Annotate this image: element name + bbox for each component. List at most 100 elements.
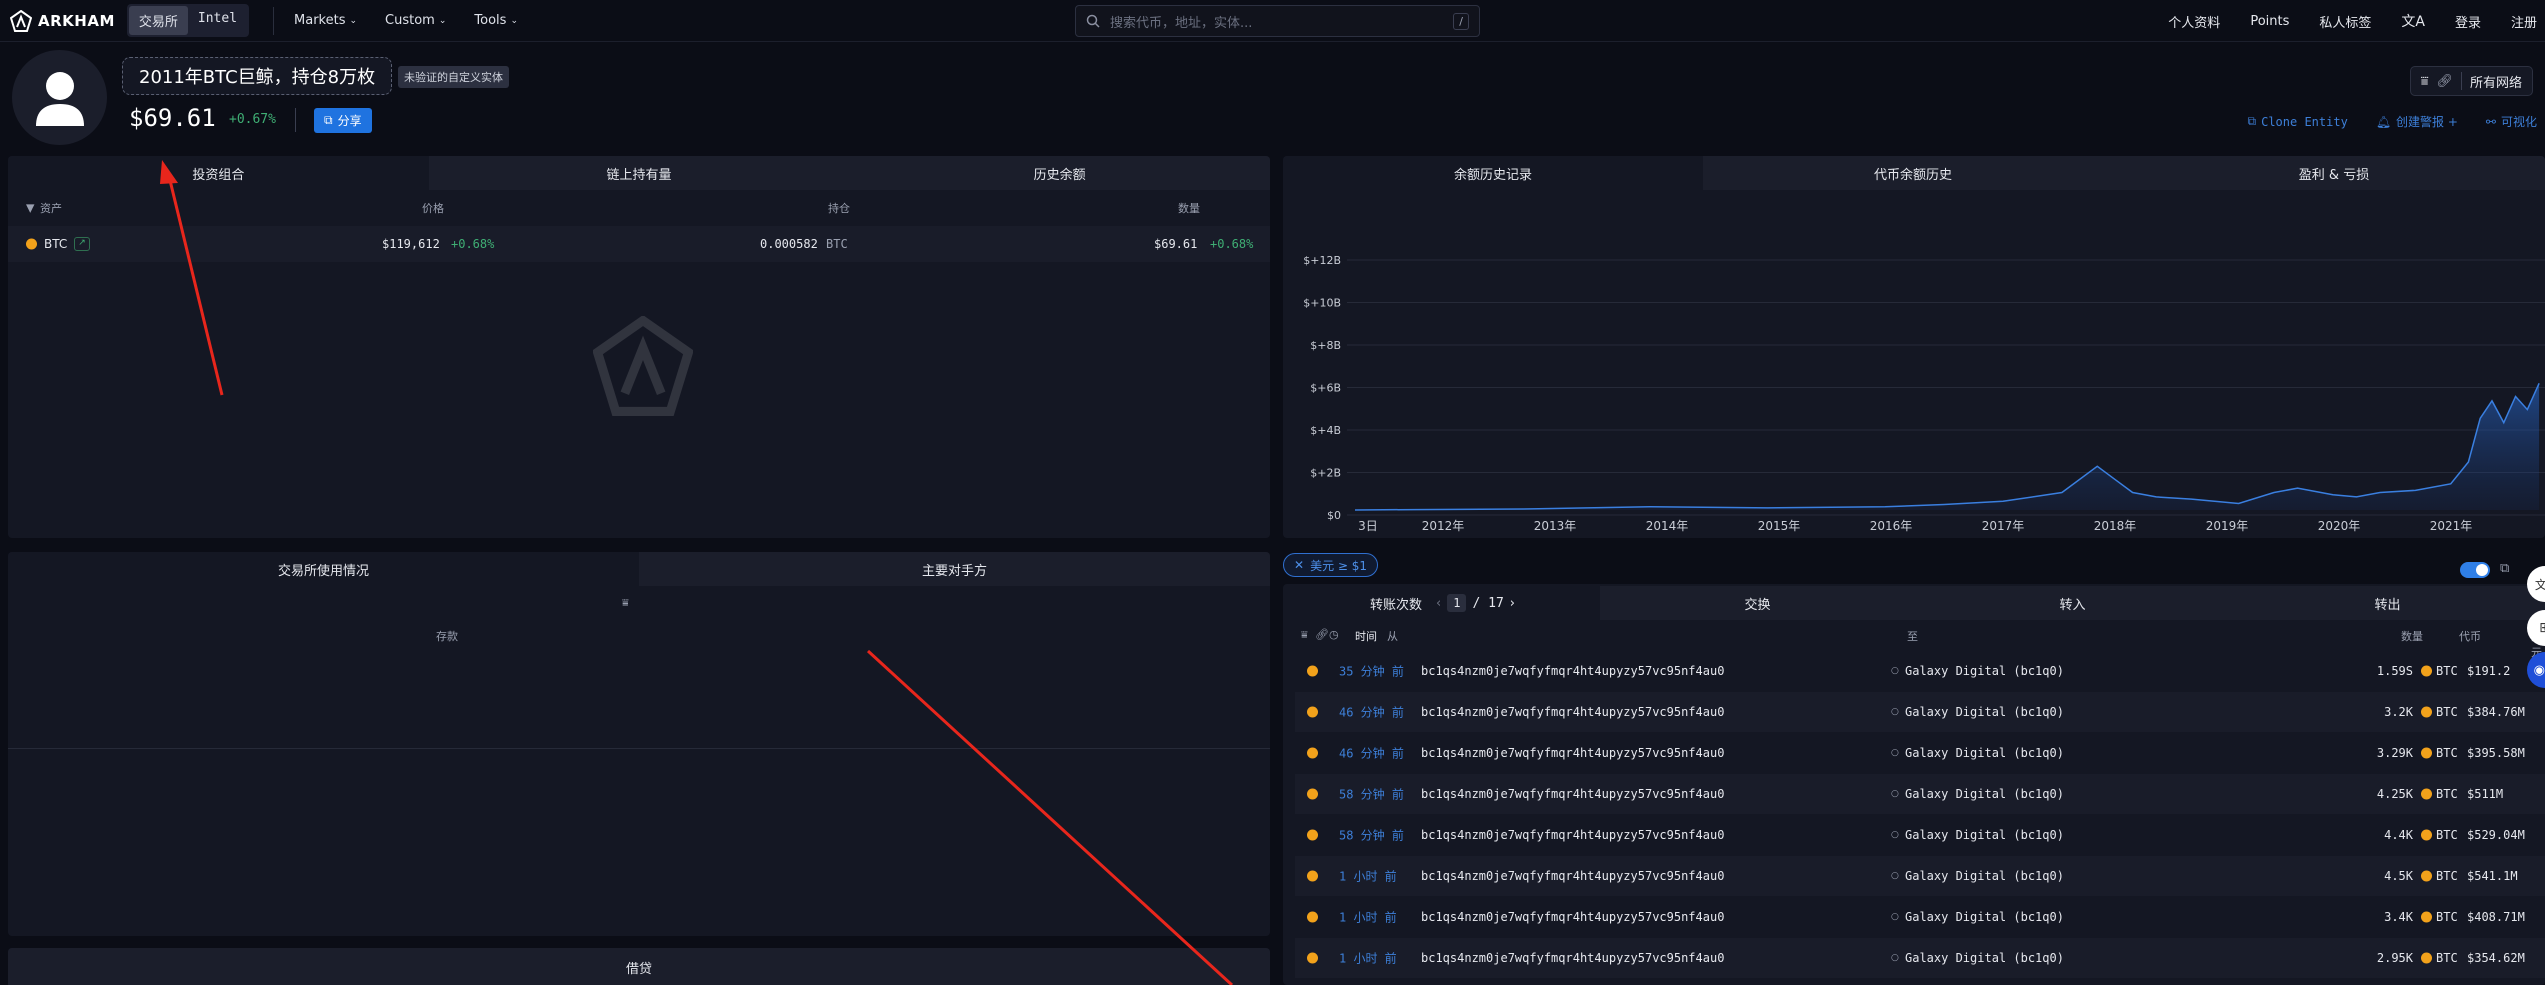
menu-custom[interactable]: Custom ⌄ — [385, 13, 446, 28]
balance-chart-panel: 余额历史记录 代币余额历史 盈利 & 亏损 $+12B $+10B $+8B $+6B… — [1283, 156, 2545, 538]
transfer-row[interactable]: 58 分钟 前 bc1qs4nzm0je7wqfyfmqr4ht4upyzy57v… — [1295, 774, 2545, 814]
chevron-right-icon[interactable]: › — [1510, 596, 1515, 611]
col-value[interactable]: 数量 — [1178, 200, 1200, 216]
transfer-time[interactable]: 1 小时 前 — [1339, 950, 1397, 967]
more-icon[interactable]: ⋮ — [1266, 628, 1270, 641]
col-price[interactable]: 价格 — [422, 200, 444, 216]
tab-transfers[interactable]: 转账次数 ‹ 1 / 17 › — [1285, 586, 1600, 620]
transfer-row[interactable]: 46 分钟 前 bc1qs4nzm0je7wqfyfmqr4ht4upyzy57v… — [1295, 733, 2545, 773]
mode-intel[interactable]: Intel — [188, 6, 247, 35]
nav-profile[interactable]: 个人资料 — [2168, 12, 2220, 31]
asset-row[interactable]: BTC ↗ $119,612 +0.68% 0.000582 BTC $69.6… — [8, 226, 1270, 262]
x-tick-label: 2012年 — [1422, 519, 1465, 533]
chevron-left-icon[interactable]: ‹ — [1436, 596, 1441, 611]
transfer-to[interactable]: Galaxy Digital (bc1q0) — [1905, 746, 2064, 760]
tab-outflow[interactable]: 转出 — [2230, 586, 2545, 620]
transfer-to[interactable]: Galaxy Digital (bc1q0) — [1905, 787, 2064, 801]
sort-icon[interactable]: ▼ — [26, 202, 34, 215]
toggle-switch[interactable] — [2460, 562, 2490, 578]
copy-icon[interactable]: ⧉ — [2500, 561, 2509, 576]
close-icon[interactable]: ✕ — [1294, 558, 1304, 572]
transfer-to[interactable]: Galaxy Digital (bc1q0) — [1905, 951, 2064, 965]
transfer-token[interactable]: BTC — [2436, 869, 2458, 883]
transfer-time[interactable]: 1 小时 前 — [1339, 909, 1397, 926]
tab-historical-balance[interactable]: 历史余额 — [849, 156, 1270, 190]
transfer-token[interactable]: BTC — [2436, 746, 2458, 760]
balance-chart[interactable]: $+12B $+10B $+8B $+6B $+4B $+2B $0 3日 2012年 2013年… — [1283, 190, 2545, 538]
translate-icon[interactable]: 文A — [2401, 11, 2425, 31]
tab-balance-history[interactable]: 余额历史记录 — [1283, 156, 1703, 190]
transfer-row[interactable]: 1 小时 前 bc1qs4nzm0je7wqfyfmqr4ht4upyzy57vc… — [1295, 897, 2545, 937]
transfer-row[interactable]: 46 分钟 前 bc1qs4nzm0je7wqfyfmqr4ht4upyzy57v… — [1295, 692, 2545, 732]
transfer-time[interactable]: 1 小时 前 — [1339, 868, 1397, 885]
borrow-title[interactable]: 借贷 — [8, 948, 1270, 985]
tab-exchange-usage[interactable]: 交易所使用情况 — [8, 552, 639, 586]
nav-private-labels[interactable]: 私人标签 — [2319, 12, 2371, 31]
tab-onchain-holdings[interactable]: 链上持有量 — [428, 156, 850, 190]
transfer-from[interactable]: bc1qs4nzm0je7wqfyfmqr4ht4upyzy57vc95nf4a… — [1421, 869, 1724, 883]
col-from[interactable]: 从 — [1387, 628, 1398, 644]
clock-icon[interactable]: ◷ — [1329, 628, 1339, 641]
col-token[interactable]: 代币 — [2459, 628, 2481, 644]
transfer-from[interactable]: bc1qs4nzm0je7wqfyfmqr4ht4upyzy57vc95nf4a… — [1421, 910, 1724, 924]
transfer-from[interactable]: bc1qs4nzm0je7wqfyfmqr4ht4upyzy57vc95nf4a… — [1421, 787, 1724, 801]
transfer-time[interactable]: 46 分钟 前 — [1339, 704, 1404, 721]
filter-icon[interactable]: ⩸ — [622, 596, 629, 610]
transfer-token[interactable]: BTC — [2436, 828, 2458, 842]
tab-pnl[interactable]: 盈利 & 亏损 — [2123, 156, 2545, 190]
visualize-button[interactable]: ⚯ 可视化 — [2486, 113, 2537, 130]
col-time[interactable]: 时间 — [1355, 628, 1377, 644]
transfer-token[interactable]: BTC — [2436, 951, 2458, 965]
transfer-from[interactable]: bc1qs4nzm0je7wqfyfmqr4ht4upyzy57vc95nf4a… — [1421, 664, 1724, 678]
transfer-to[interactable]: Galaxy Digital (bc1q0) — [1905, 828, 2064, 842]
transfer-to[interactable]: Galaxy Digital (bc1q0) — [1905, 664, 2064, 678]
usd-filter-pill[interactable]: ✕ 美元 ≥ $1 — [1283, 553, 1379, 577]
transfer-time[interactable]: 46 分钟 前 — [1339, 745, 1404, 762]
nav-login[interactable]: 登录 — [2455, 12, 2481, 31]
transfer-to[interactable]: Galaxy Digital (bc1q0) — [1905, 910, 2064, 924]
transfer-row[interactable]: 1 小时 前 bc1qs4nzm0je7wqfyfmqr4ht4upyzy57vc… — [1295, 856, 2545, 896]
filter-icon[interactable]: ⩸ — [1301, 628, 1308, 642]
transfer-row[interactable]: 35 分钟 前 bc1qs4nzm0je7wqfyfmqr4ht4upyzy57v… — [1295, 651, 2545, 691]
transfer-to[interactable]: Galaxy Digital (bc1q0) — [1905, 869, 2064, 883]
transfer-token[interactable]: BTC — [2436, 705, 2458, 719]
transfer-from[interactable]: bc1qs4nzm0je7wqfyfmqr4ht4upyzy57vc95nf4a… — [1421, 746, 1724, 760]
tab-inflow[interactable]: 转入 — [1915, 586, 2230, 620]
trend-icon[interactable]: ↗ — [74, 237, 90, 251]
transfer-from[interactable]: bc1qs4nzm0je7wqfyfmqr4ht4upyzy57vc95nf4a… — [1421, 705, 1724, 719]
col-asset[interactable]: 资产 — [40, 200, 62, 216]
transfer-token[interactable]: BTC — [2436, 787, 2458, 801]
transfer-row[interactable]: 1 小时 前 bc1qs4nzm0je7wqfyfmqr4ht4upyzy57vc… — [1295, 938, 2545, 978]
transfer-row[interactable]: 58 分钟 前 bc1qs4nzm0je7wqfyfmqr4ht4upyzy57v… — [1295, 815, 2545, 855]
tab-token-balance-history[interactable]: 代币余额历史 — [1703, 156, 2123, 190]
transfer-token[interactable]: BTC — [2436, 664, 2458, 678]
menu-tools[interactable]: Tools ⌄ — [474, 13, 518, 28]
mode-exchange[interactable]: 交易所 — [128, 6, 188, 35]
create-alert-button[interactable]: 🔔︎ 创建警报 + — [2376, 113, 2458, 130]
tab-top-counterparties[interactable]: 主要对手方 — [639, 552, 1270, 586]
network-filter[interactable]: ⩸ 🔗︎ 所有网络 — [2409, 66, 2533, 96]
transfer-to[interactable]: Galaxy Digital (bc1q0) — [1905, 705, 2064, 719]
brand-logo[interactable]: ARKHAM — [10, 9, 115, 32]
entity-name[interactable]: 2011年BTC巨鲸，持仓8万枚 — [122, 57, 393, 95]
nav-points[interactable]: Points — [2250, 14, 2289, 29]
y-tick-label: $+2B — [1310, 467, 1341, 480]
tab-portfolio[interactable]: 投资组合 — [8, 156, 429, 190]
clone-entity-button[interactable]: ⧉ Clone Entity — [2248, 113, 2348, 130]
transfer-from[interactable]: bc1qs4nzm0je7wqfyfmqr4ht4upyzy57vc95nf4a… — [1421, 951, 1724, 965]
transfer-time[interactable]: 58 分钟 前 — [1339, 827, 1404, 844]
menu-markets[interactable]: Markets ⌄ — [294, 13, 357, 28]
transfer-time[interactable]: 35 分钟 前 — [1339, 663, 1404, 680]
col-amount[interactable]: 数量 — [2401, 628, 2423, 644]
nav-register[interactable]: 注册 — [2511, 12, 2537, 31]
transfer-time[interactable]: 58 分钟 前 — [1339, 786, 1404, 803]
share-button[interactable]: ⧉ 分享 — [314, 108, 372, 133]
search-bar[interactable]: 搜索代币，地址，实体... / — [1075, 5, 1480, 37]
link-icon[interactable]: 🔗︎ — [1315, 628, 1329, 641]
transfer-token[interactable]: BTC — [2436, 910, 2458, 924]
page-current[interactable]: 1 — [1447, 594, 1467, 612]
col-holding[interactable]: 持仓 — [828, 200, 850, 216]
col-to[interactable]: 至 — [1907, 628, 1918, 644]
tab-swaps[interactable]: 交换 — [1600, 586, 1915, 620]
transfer-from[interactable]: bc1qs4nzm0je7wqfyfmqr4ht4upyzy57vc95nf4a… — [1421, 828, 1724, 842]
